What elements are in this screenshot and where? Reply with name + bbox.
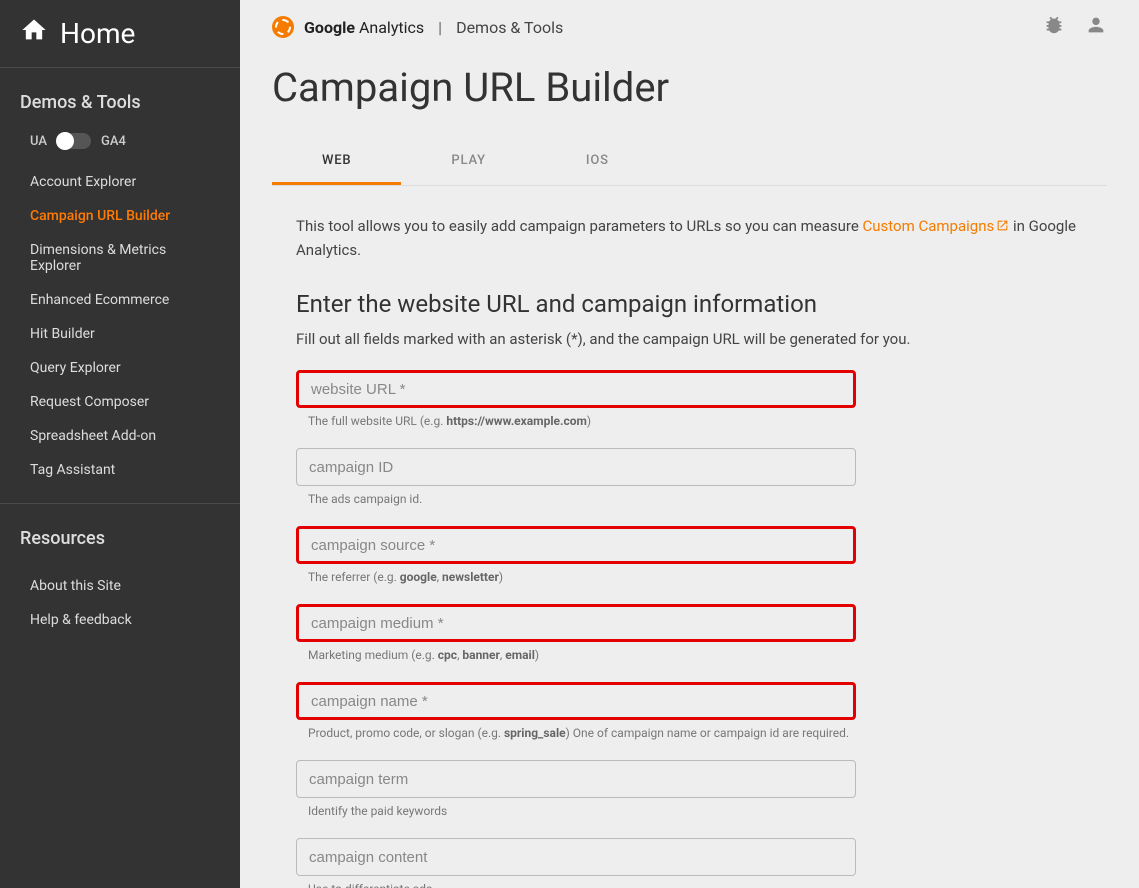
main: Google Analytics | Demos & Tools Campaig… xyxy=(240,0,1139,888)
tab-play[interactable]: PLAY xyxy=(401,139,535,185)
website-url-input[interactable] xyxy=(296,370,856,408)
sidebar: Home Demos & Tools UA GA4 Account Explor… xyxy=(0,0,240,888)
tabs: WEB PLAY IOS xyxy=(272,139,1107,186)
campaign-term-hint: Identify the paid keywords xyxy=(296,804,1083,818)
form-heading: Enter the website URL and campaign infor… xyxy=(272,290,1107,318)
brand-analytics: Analytics xyxy=(355,18,424,37)
external-link-icon xyxy=(996,215,1009,228)
page-title: Campaign URL Builder xyxy=(272,64,1107,111)
campaign-name-input[interactable] xyxy=(296,682,856,720)
sidebar-section-resources: Resources xyxy=(0,504,240,561)
tab-web[interactable]: WEB xyxy=(272,139,401,185)
field-website-url: The full website URL (e.g. https://www.e… xyxy=(272,370,1107,428)
campaign-content-input[interactable] xyxy=(296,838,856,876)
nav-spreadsheet-addon[interactable]: Spreadsheet Add-on xyxy=(0,419,240,453)
person-icon[interactable] xyxy=(1085,14,1107,40)
ua-ga4-toggle-row: UA GA4 xyxy=(0,125,240,157)
brand-separator: | xyxy=(438,18,442,37)
bug-icon[interactable] xyxy=(1043,14,1065,40)
campaign-medium-hint: Marketing medium (e.g. cpc, banner, emai… xyxy=(296,648,1083,662)
nav-list: Account Explorer Campaign URL Builder Di… xyxy=(0,157,240,495)
brand-logo-icon xyxy=(272,16,294,38)
nav-enhanced-ecommerce[interactable]: Enhanced Ecommerce xyxy=(0,283,240,317)
website-url-hint: The full website URL (e.g. https://www.e… xyxy=(296,414,1083,428)
campaign-id-input[interactable] xyxy=(296,448,856,486)
nav-request-composer[interactable]: Request Composer xyxy=(0,385,240,419)
nav-campaign-url-builder[interactable]: Campaign URL Builder xyxy=(0,199,240,233)
form-sub: Fill out all fields marked with an aster… xyxy=(272,330,1107,348)
brand-google: Google xyxy=(304,18,355,37)
field-campaign-term: Identify the paid keywords xyxy=(272,760,1107,818)
nav-query-explorer[interactable]: Query Explorer xyxy=(0,351,240,385)
nav-help[interactable]: Help & feedback xyxy=(0,603,240,637)
field-campaign-source: The referrer (e.g. google, newsletter) xyxy=(272,526,1107,584)
campaign-content-hint: Use to differentiate ads xyxy=(296,882,1083,888)
nav-account-explorer[interactable]: Account Explorer xyxy=(0,165,240,199)
brand-sub: Demos & Tools xyxy=(456,18,563,37)
field-campaign-id: The ads campaign id. xyxy=(272,448,1107,506)
toggle-label-ua: UA xyxy=(30,134,47,149)
resources-list: About this Site Help & feedback xyxy=(0,561,240,645)
campaign-source-input[interactable] xyxy=(296,526,856,564)
ua-ga4-toggle[interactable] xyxy=(57,133,91,149)
brand[interactable]: Google Analytics | Demos & Tools xyxy=(272,16,563,38)
field-campaign-content: Use to differentiate ads xyxy=(272,838,1107,888)
toggle-knob xyxy=(56,132,74,150)
field-campaign-name: Product, promo code, or slogan (e.g. spr… xyxy=(272,682,1107,740)
sidebar-section-demos: Demos & Tools xyxy=(0,68,240,125)
home-label: Home xyxy=(60,17,135,50)
custom-campaigns-link[interactable]: Custom Campaigns xyxy=(863,217,1010,235)
campaign-source-hint: The referrer (e.g. google, newsletter) xyxy=(296,570,1083,584)
page-content: Campaign URL Builder WEB PLAY IOS This t… xyxy=(240,54,1139,888)
toggle-label-ga4: GA4 xyxy=(101,134,126,149)
nav-about[interactable]: About this Site xyxy=(0,569,240,603)
intro-text: This tool allows you to easily add campa… xyxy=(272,214,1107,262)
campaign-term-input[interactable] xyxy=(296,760,856,798)
campaign-id-hint: The ads campaign id. xyxy=(296,492,1083,506)
campaign-medium-input[interactable] xyxy=(296,604,856,642)
home-link[interactable]: Home xyxy=(0,0,240,68)
brand-text: Google Analytics xyxy=(304,18,424,37)
topbar-actions xyxy=(1043,14,1107,40)
nav-dimensions-metrics[interactable]: Dimensions & Metrics Explorer xyxy=(0,233,240,283)
field-campaign-medium: Marketing medium (e.g. cpc, banner, emai… xyxy=(272,604,1107,662)
intro-pre: This tool allows you to easily add campa… xyxy=(296,217,863,235)
nav-tag-assistant[interactable]: Tag Assistant xyxy=(0,453,240,487)
campaign-name-hint: Product, promo code, or slogan (e.g. spr… xyxy=(296,726,1083,740)
nav-hit-builder[interactable]: Hit Builder xyxy=(0,317,240,351)
topbar: Google Analytics | Demos & Tools xyxy=(240,0,1139,54)
home-icon xyxy=(20,16,48,51)
tab-ios[interactable]: IOS xyxy=(536,139,659,185)
